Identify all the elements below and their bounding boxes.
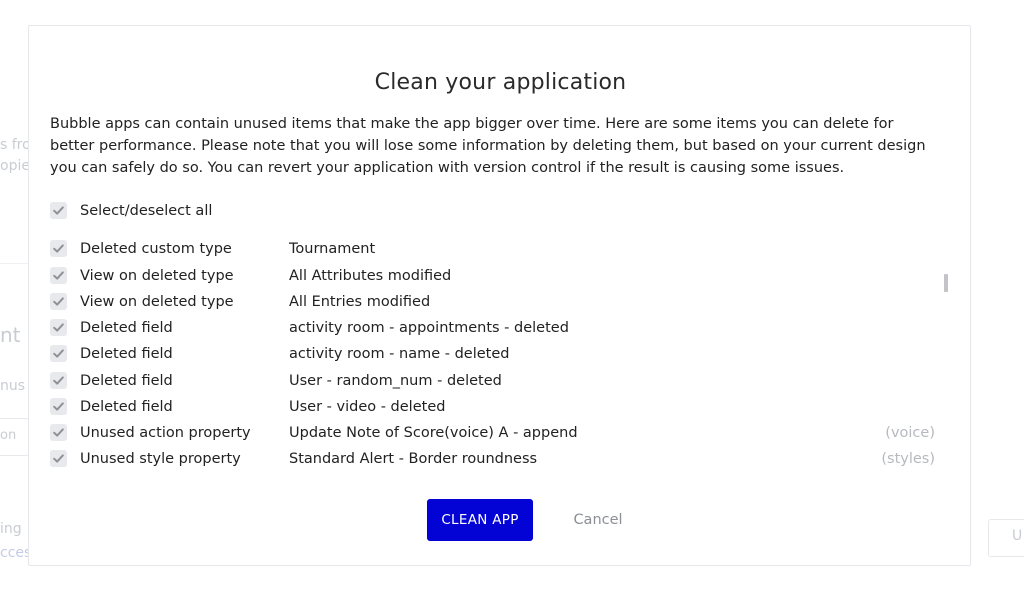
cleanup-item-row[interactable]: Deleted field User - random_num - delete… [50,371,940,391]
item-detail: User - random_num - deleted [289,373,502,389]
item-detail: activity room - name - deleted [289,346,510,362]
clean-application-modal: Clean your application Bubble apps can c… [28,25,971,566]
item-checkbox[interactable] [50,424,67,441]
background-divider [0,263,28,264]
item-type: Unused action property [80,425,251,441]
select-all-checkbox[interactable] [50,202,67,219]
background-input-text: on [0,428,17,443]
item-detail: Update Note of Score(voice) A - append [289,425,578,441]
item-type: Deleted field [80,399,173,415]
item-type: View on deleted type [80,294,234,310]
checkmark-icon [53,244,64,253]
cleanup-item-row[interactable]: Unused style property Standard Alert - B… [50,449,940,469]
modal-description: Bubble apps can contain unused items tha… [50,116,926,176]
cleanup-item-row[interactable]: Deleted custom type Tournament [50,239,940,259]
background-text-fragment: nus [0,378,26,394]
item-type: Deleted custom type [80,241,232,257]
clean-app-button[interactable]: CLEAN APP [427,499,533,541]
select-all-row[interactable]: Select/deselect all [50,201,450,221]
item-type: View on deleted type [80,268,234,284]
background-text-fragment: ing [0,521,22,537]
background-heading-fragment: nt [0,323,21,347]
item-detail: All Attributes modified [289,268,452,284]
cleanup-item-row[interactable]: Unused action property Update Note of Sc… [50,423,940,443]
item-checkbox[interactable] [50,450,67,467]
item-checkbox[interactable] [50,372,67,389]
item-detail: Standard Alert - Border roundness [289,451,538,467]
checkmark-icon [53,428,64,437]
item-detail: Tournament [289,241,376,257]
checkmark-icon [53,323,64,332]
item-checkbox[interactable] [50,398,67,415]
modal-title: Clean your application [374,70,627,95]
select-all-label: Select/deselect all [80,203,213,219]
checkmark-icon [53,297,64,306]
item-tag: (styles) [881,451,935,467]
item-checkbox[interactable] [50,293,67,310]
background-button-text: U [1012,528,1023,544]
item-detail: activity room - appointments - deleted [289,320,569,336]
item-type: Deleted field [80,373,173,389]
cleanup-item-row[interactable]: View on deleted type All Attributes modi… [50,266,940,286]
item-checkbox[interactable] [50,345,67,362]
cleanup-item-row[interactable]: View on deleted type All Entries modifie… [50,292,940,312]
item-checkbox[interactable] [50,319,67,336]
background-text-fragment: opie [0,158,28,174]
background-link-fragment: cces [0,545,28,561]
checkmark-icon [53,206,64,215]
item-detail: User - video - deleted [289,399,446,415]
checkmark-icon [53,454,64,463]
item-type: Deleted field [80,320,173,336]
item-detail: All Entries modified [289,294,431,310]
cleanup-item-row[interactable]: Deleted field User - video - deleted [50,397,940,417]
checkmark-icon [53,349,64,358]
item-tag: (voice) [885,425,935,441]
item-checkbox[interactable] [50,267,67,284]
item-checkbox[interactable] [50,240,67,257]
background-text-fragment: s fro [0,137,28,153]
item-type: Deleted field [80,346,173,362]
cleanup-item-row[interactable]: Deleted field activity room - name - del… [50,344,940,364]
checkmark-icon [53,402,64,411]
checkmark-icon [53,271,64,280]
cancel-button[interactable]: Cancel [559,509,637,531]
checkmark-icon [53,376,64,385]
list-scrollbar[interactable] [944,274,948,292]
cleanup-item-row[interactable]: Deleted field activity room - appointmen… [50,318,940,338]
item-type: Unused style property [80,451,241,467]
